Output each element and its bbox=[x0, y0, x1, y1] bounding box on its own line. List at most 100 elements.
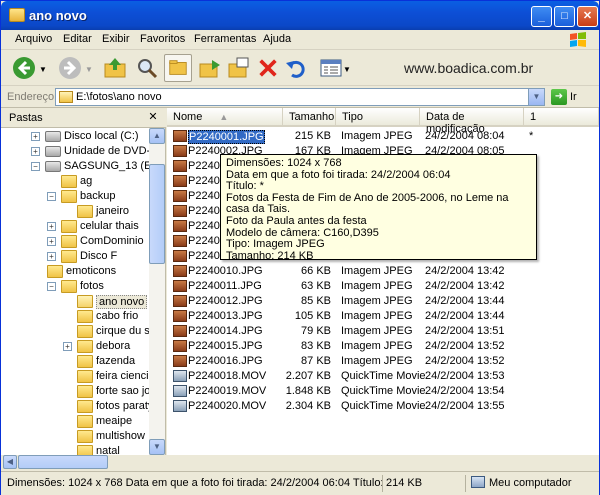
expand-icon[interactable]: + bbox=[47, 252, 56, 261]
file-size: 2.207 KB bbox=[285, 370, 331, 382]
image-file-icon bbox=[173, 340, 187, 352]
back-dropdown-icon[interactable]: ▼ bbox=[39, 65, 47, 74]
address-input[interactable]: E:\fotos\ano novo ▼ bbox=[55, 88, 545, 106]
tree-item[interactable]: natal bbox=[1, 444, 149, 455]
movie-file-icon bbox=[173, 400, 187, 412]
back-icon[interactable] bbox=[11, 55, 37, 81]
views-dropdown-icon[interactable]: ▼ bbox=[343, 65, 351, 74]
image-file-icon bbox=[173, 280, 187, 292]
tree-item[interactable]: + Unidade de DVD-RAM bbox=[1, 144, 149, 160]
up-folder-icon[interactable] bbox=[102, 55, 128, 81]
file-row[interactable]: P2240010.JPG 66 KB Imagem JPEG 24/2/2004 13… bbox=[167, 264, 599, 279]
file-row[interactable]: P2240020.MOV 2.304 KB QuickTime Movie 24/2/… bbox=[167, 399, 599, 414]
maximize-button[interactable]: □ bbox=[554, 6, 575, 27]
column-name-label: Nome bbox=[173, 111, 203, 123]
file-row[interactable]: P2240011.JPG 63 KB Imagem JPEG 24/2/2004 13… bbox=[167, 279, 599, 294]
close-button[interactable]: ✕ bbox=[577, 6, 598, 27]
folder-tree-scrollbar[interactable]: ▲ ▼ bbox=[149, 128, 165, 455]
address-dropdown-icon[interactable]: ▼ bbox=[528, 89, 544, 105]
menu-arquivo[interactable]: Arquivo bbox=[15, 33, 52, 45]
file-name: P2240010.JPG bbox=[188, 265, 263, 277]
expand-icon[interactable]: + bbox=[31, 132, 40, 141]
folders-icon[interactable] bbox=[164, 54, 192, 82]
menu-favoritos[interactable]: Favoritos bbox=[140, 33, 185, 45]
folder-icon bbox=[61, 190, 77, 203]
tree-item[interactable]: cabo frio bbox=[1, 309, 149, 325]
title-bar[interactable]: ano novo _ □ ✕ bbox=[1, 1, 599, 30]
collapse-icon[interactable]: − bbox=[47, 282, 56, 291]
tree-item[interactable]: + Disco F bbox=[1, 249, 149, 265]
file-row[interactable]: P2240001.JPG 215 KB Imagem JPEG 24/2/2004 0… bbox=[167, 129, 599, 144]
menu-ferramentas[interactable]: Ferramentas bbox=[194, 33, 256, 45]
file-row[interactable]: P2240013.JPG 105 KB Imagem JPEG 24/2/2004 1… bbox=[167, 309, 599, 324]
file-row[interactable]: P2240012.JPG 85 KB Imagem JPEG 24/2/2004 13… bbox=[167, 294, 599, 309]
collapse-icon[interactable]: − bbox=[47, 192, 56, 201]
tooltip-line: Tamanho: 214 KB bbox=[226, 249, 314, 262]
tree-item[interactable]: + Disco local (C:) bbox=[1, 129, 149, 145]
tree-item[interactable]: feira ciencias bbox=[1, 369, 149, 385]
minimize-button[interactable]: _ bbox=[531, 6, 552, 27]
scroll-up-icon[interactable]: ▲ bbox=[149, 128, 165, 144]
delete-icon[interactable] bbox=[255, 55, 281, 81]
go-arrow-icon[interactable]: ➜ bbox=[551, 89, 567, 105]
expand-icon[interactable]: + bbox=[31, 147, 40, 156]
tree-item[interactable]: ag bbox=[1, 174, 149, 190]
menu-editar[interactable]: Editar bbox=[63, 33, 92, 45]
file-row[interactable]: P2240019.MOV 1.848 KB QuickTime Movie 24/2/… bbox=[167, 384, 599, 399]
tree-item[interactable]: − fotos bbox=[1, 279, 149, 295]
scroll-thumb[interactable] bbox=[149, 164, 165, 264]
file-extra: * bbox=[529, 130, 534, 142]
tree-item[interactable]: fotos paraty bbox=[1, 399, 149, 415]
scroll-down-icon[interactable]: ▼ bbox=[149, 439, 165, 455]
hscroll-thumb[interactable] bbox=[18, 455, 108, 469]
tree-item[interactable]: fazenda bbox=[1, 354, 149, 370]
file-size: 66 KB bbox=[301, 265, 331, 277]
file-row[interactable]: P2240016.JPG 87 KB Imagem JPEG 24/2/2004 13… bbox=[167, 354, 599, 369]
column-header-size[interactable]: Tamanho bbox=[283, 108, 336, 127]
column-header-extra[interactable]: 1 bbox=[524, 108, 599, 127]
tree-item[interactable]: janeiro bbox=[1, 204, 149, 220]
folders-pane: Pastas ✕ + Disco local (C:) + Unidade de DV… bbox=[1, 108, 166, 455]
forward-icon[interactable] bbox=[57, 55, 83, 81]
menu-ajuda[interactable]: Ajuda bbox=[263, 33, 291, 45]
tree-item[interactable]: forte sao joa bbox=[1, 384, 149, 400]
address-bar: Endereço E:\fotos\ano novo ▼ ➜ Ir bbox=[1, 86, 599, 108]
column-header-name[interactable]: Nome ▲ bbox=[167, 108, 283, 127]
folder-icon bbox=[47, 265, 63, 278]
collapse-icon[interactable]: − bbox=[31, 162, 40, 171]
search-icon[interactable] bbox=[134, 55, 160, 81]
expand-icon[interactable]: + bbox=[63, 342, 72, 351]
views-icon[interactable] bbox=[318, 55, 344, 81]
tree-item[interactable]: + ComDominio bbox=[1, 234, 149, 250]
column-header-type[interactable]: Tipo bbox=[336, 108, 420, 127]
file-row[interactable]: P2240015.JPG 83 KB Imagem JPEG 24/2/2004 13… bbox=[167, 339, 599, 354]
tree-item[interactable]: ano novo bbox=[1, 294, 149, 310]
tree-item[interactable]: − SAGSUNG_13 (E:) bbox=[1, 159, 149, 175]
forward-dropdown-icon[interactable]: ▼ bbox=[85, 65, 93, 74]
tree-item[interactable]: cirque du sol bbox=[1, 324, 149, 340]
image-file-icon bbox=[173, 160, 187, 172]
file-row[interactable]: P2240018.MOV 2.207 KB QuickTime Movie 24/2/… bbox=[167, 369, 599, 384]
expand-icon[interactable]: + bbox=[47, 222, 56, 231]
copy-to-icon[interactable] bbox=[226, 55, 252, 81]
move-to-icon[interactable] bbox=[197, 55, 223, 81]
close-icon[interactable]: ✕ bbox=[146, 110, 160, 124]
tree-item[interactable]: meaipe bbox=[1, 414, 149, 430]
file-row[interactable]: P2240014.JPG 79 KB Imagem JPEG 24/2/2004 13… bbox=[167, 324, 599, 339]
tree-item[interactable]: + celular thais bbox=[1, 219, 149, 235]
image-file-icon bbox=[173, 175, 187, 187]
go-button[interactable]: Ir bbox=[570, 91, 577, 103]
tree-item[interactable]: − backup bbox=[1, 189, 149, 205]
column-header-date[interactable]: Data de modificação bbox=[420, 108, 524, 135]
tree-item[interactable]: emoticons bbox=[1, 264, 149, 280]
drive-icon bbox=[45, 161, 61, 172]
expand-icon[interactable]: + bbox=[47, 237, 56, 246]
tree-item-label: fotos paraty bbox=[96, 400, 149, 412]
tree-item[interactable]: multishow bbox=[1, 429, 149, 445]
tree-item[interactable]: + debora bbox=[1, 339, 149, 355]
file-date: 24/2/2004 13:52 bbox=[425, 340, 505, 352]
file-type: Imagem JPEG bbox=[341, 355, 413, 367]
scroll-left-icon[interactable]: ◀ bbox=[3, 455, 17, 469]
undo-icon[interactable] bbox=[283, 55, 309, 81]
menu-exibir[interactable]: Exibir bbox=[102, 33, 130, 45]
